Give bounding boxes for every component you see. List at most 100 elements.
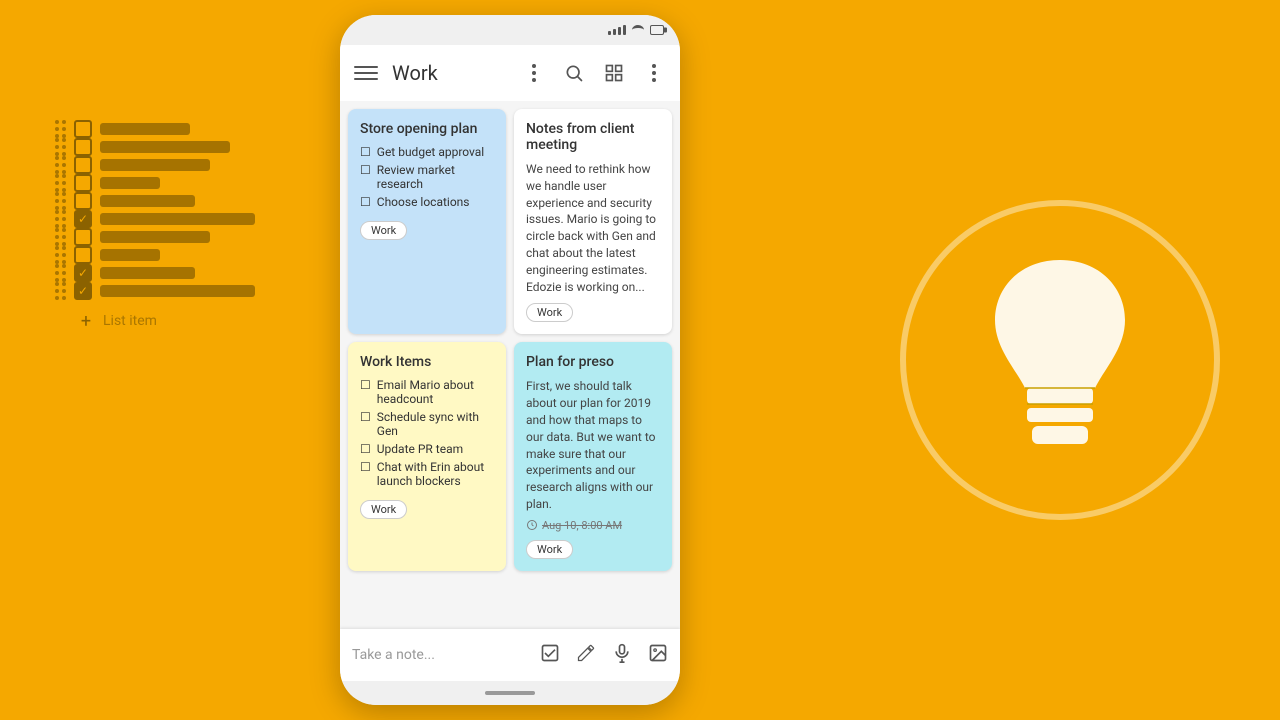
- checkbox-3[interactable]: [74, 174, 92, 192]
- item-bar: [100, 249, 160, 261]
- search-icon: [564, 63, 584, 83]
- note-tag[interactable]: Work: [360, 221, 407, 240]
- checklist-item: Choose locations: [360, 195, 494, 209]
- checklist-row: [55, 228, 255, 246]
- home-indicator: [485, 691, 535, 695]
- drag-handle-icon: [55, 120, 66, 138]
- add-item-row[interactable]: + List item: [55, 312, 255, 330]
- drag-handle-icon: [55, 138, 66, 156]
- bottom-bar: Take a note...: [340, 629, 680, 681]
- notes-grid: Store opening plan Get budget approval R…: [348, 109, 672, 571]
- header-actions: [516, 55, 672, 91]
- menu-button[interactable]: [348, 55, 384, 91]
- drag-handle-icon: [55, 282, 66, 300]
- drag-handle-icon: [55, 210, 66, 228]
- note-tag[interactable]: Work: [360, 500, 407, 519]
- note-plan-preso[interactable]: Plan for preso First, we should talk abo…: [514, 342, 672, 570]
- item-bar: [100, 231, 210, 243]
- lightbulb-decoration: [900, 200, 1220, 520]
- search-button[interactable]: [556, 55, 592, 91]
- item-bar: [100, 213, 255, 225]
- checkbox-6[interactable]: [74, 228, 92, 246]
- checklist-item: Chat with Erin about launch blockers: [360, 460, 494, 488]
- item-bar: [100, 159, 210, 171]
- note-body: We need to rethink how we handle user ex…: [526, 161, 660, 295]
- image-button[interactable]: [648, 643, 668, 668]
- signal-icon: [608, 25, 626, 35]
- hamburger-icon: [350, 57, 382, 89]
- more-button-header[interactable]: [516, 55, 552, 91]
- phone-frame: Work: [340, 15, 680, 705]
- wifi-icon: [632, 25, 644, 35]
- checkbox-icon: [540, 643, 560, 663]
- item-bar: [100, 267, 195, 279]
- notes-area: Store opening plan Get budget approval R…: [340, 101, 680, 629]
- checkbox-8[interactable]: [74, 264, 92, 282]
- mic-button[interactable]: [612, 643, 632, 668]
- checklist-row: [55, 246, 255, 264]
- item-bar: [100, 177, 160, 189]
- item-bar: [100, 141, 230, 153]
- status-bar: [340, 15, 680, 45]
- pen-icon: [576, 643, 596, 663]
- checklist-item: Email Mario about headcount: [360, 378, 494, 406]
- lightbulb-icon: [960, 240, 1160, 480]
- drag-handle-icon: [55, 156, 66, 174]
- note-title: Store opening plan: [360, 121, 494, 137]
- bottom-actions: [540, 643, 668, 668]
- item-bar: [100, 195, 195, 207]
- drag-handle-icon: [55, 192, 66, 210]
- more-button[interactable]: [636, 55, 672, 91]
- checklist-item: Schedule sync with Gen: [360, 410, 494, 438]
- note-tag[interactable]: Work: [526, 303, 573, 322]
- checkbox-button[interactable]: [540, 643, 560, 668]
- note-store-opening[interactable]: Store opening plan Get budget approval R…: [348, 109, 506, 334]
- pen-button[interactable]: [576, 643, 596, 668]
- note-reminder: Aug 10, 8:00 AM: [526, 519, 660, 532]
- drag-handle-icon: [55, 174, 66, 192]
- checkbox-4[interactable]: [74, 192, 92, 210]
- note-tag[interactable]: Work: [526, 540, 573, 559]
- checkbox-5[interactable]: [74, 210, 92, 228]
- drag-handle-icon: [55, 264, 66, 282]
- checklist-row: [55, 264, 255, 282]
- checklist-row: [55, 120, 255, 138]
- drag-handle-icon: [55, 228, 66, 246]
- checklist-item: Get budget approval: [360, 145, 494, 159]
- grid-icon: [604, 63, 624, 83]
- layout-button[interactable]: [596, 55, 632, 91]
- clock-icon: [526, 519, 538, 531]
- image-icon: [648, 643, 668, 663]
- mic-icon: [612, 643, 632, 663]
- checklist-row: [55, 210, 255, 228]
- note-title: Plan for preso: [526, 354, 660, 370]
- overflow-icon: [652, 64, 656, 82]
- note-body: First, we should talk about our plan for…: [526, 378, 660, 512]
- app-header: Work: [340, 45, 680, 101]
- phone-home-bar: [340, 681, 680, 705]
- checklist-row: [55, 156, 255, 174]
- page-title: Work: [392, 61, 516, 85]
- checklist-row: [55, 192, 255, 210]
- note-work-items[interactable]: Work Items Email Mario about headcount S…: [348, 342, 506, 570]
- note-title: Work Items: [360, 354, 494, 370]
- checkbox-7[interactable]: [74, 246, 92, 264]
- checklist-row: [55, 138, 255, 156]
- checkbox-2[interactable]: [74, 156, 92, 174]
- checklist-row: [55, 174, 255, 192]
- item-bar: [100, 123, 190, 135]
- checklist-item: Review market research: [360, 163, 494, 191]
- add-list-item-label: List item: [103, 313, 157, 329]
- battery-icon: [650, 25, 664, 35]
- drag-handle-icon: [55, 246, 66, 264]
- checkbox-9[interactable]: [74, 282, 92, 300]
- checkbox-1[interactable]: [74, 138, 92, 156]
- take-note-placeholder[interactable]: Take a note...: [352, 647, 540, 663]
- left-checklist: + List item: [55, 120, 255, 330]
- checkbox-0[interactable]: [74, 120, 92, 138]
- lightbulb-circle: [900, 200, 1220, 520]
- checklist-row: [55, 282, 255, 300]
- item-bar: [100, 285, 255, 297]
- more-dots-icon: [532, 64, 536, 82]
- note-client-meeting[interactable]: Notes from client meeting We need to ret…: [514, 109, 672, 334]
